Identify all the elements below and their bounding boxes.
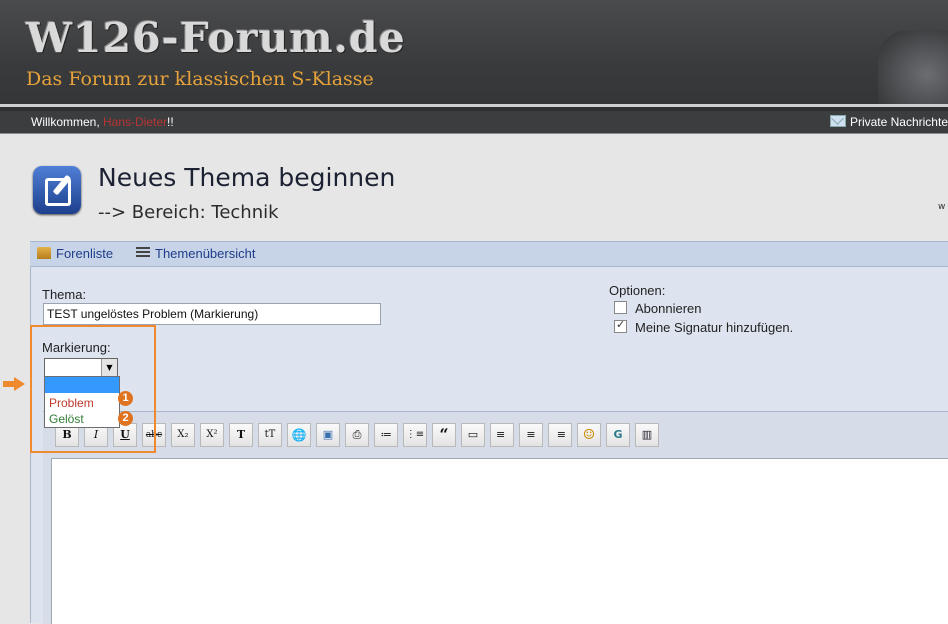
thema-input[interactable] bbox=[43, 303, 381, 325]
private-messages-label: Private Nachrichte bbox=[849, 115, 948, 129]
nav-strip: Forenliste Themenübersicht bbox=[30, 241, 948, 267]
annotation-highlight-box bbox=[30, 325, 156, 453]
bullet-list-button[interactable]: ≔ bbox=[374, 423, 398, 447]
quote-button[interactable]: “ bbox=[432, 423, 456, 447]
welcome-suffix: !! bbox=[167, 115, 174, 129]
nav-forenliste-label: Forenliste bbox=[56, 246, 114, 261]
header-banner: W126-Forum.de Das Forum zur klassischen … bbox=[0, 0, 948, 104]
welcome-bar: Willkommen, Hans-Dieter!! Private Nachri… bbox=[0, 111, 948, 134]
google-button[interactable]: G bbox=[606, 423, 630, 447]
abonnieren-checkbox[interactable] bbox=[614, 301, 627, 314]
attachment-button[interactable]: ⎙ bbox=[345, 423, 369, 447]
home-icon bbox=[37, 247, 51, 259]
thema-label: Thema: bbox=[42, 287, 87, 302]
option-abonnieren[interactable]: Abonnieren bbox=[614, 301, 702, 316]
abonnieren-label: Abonnieren bbox=[635, 301, 702, 316]
align-center-button[interactable]: ≡ bbox=[519, 423, 543, 447]
signatur-checkbox[interactable] bbox=[614, 318, 627, 333]
welcome-text: Willkommen, Hans-Dieter!! bbox=[31, 115, 174, 129]
car-image bbox=[878, 30, 948, 104]
align-right-button[interactable]: ≡ bbox=[548, 423, 572, 447]
subscript-button[interactable]: X₂ bbox=[171, 423, 195, 447]
username-link[interactable]: Hans-Dieter bbox=[103, 115, 167, 129]
logo-title[interactable]: W126-Forum.de bbox=[26, 14, 406, 62]
logo-subtitle: Das Forum zur klassischen S-Klasse bbox=[26, 68, 374, 90]
superscript-button[interactable]: X² bbox=[200, 423, 224, 447]
welcome-greeting: Willkommen, bbox=[31, 115, 104, 129]
envelope-icon bbox=[829, 115, 846, 127]
nav-themenuebersicht-label: Themenübersicht bbox=[155, 246, 256, 261]
options-label: Optionen: bbox=[609, 283, 666, 298]
private-messages-link[interactable]: Private Nachrichte bbox=[829, 115, 948, 129]
link-button[interactable]: 🌐 bbox=[287, 423, 311, 447]
numbered-list-button[interactable]: ⋮≡ bbox=[403, 423, 427, 447]
signatur-label: Meine Signatur hinzufügen. bbox=[635, 320, 794, 335]
image-button[interactable]: ▣ bbox=[316, 423, 340, 447]
nav-themenuebersicht[interactable]: Themenübersicht bbox=[136, 246, 255, 261]
nav-forenliste[interactable]: Forenliste bbox=[37, 246, 113, 261]
page-title: Neues Thema beginnen bbox=[98, 163, 396, 192]
font-size-button[interactable]: tT bbox=[258, 423, 282, 447]
message-textarea[interactable] bbox=[51, 458, 948, 624]
font-color-button[interactable]: T bbox=[229, 423, 253, 447]
option-signatur[interactable]: Meine Signatur hinzufügen. bbox=[614, 318, 794, 335]
list-icon bbox=[136, 247, 150, 259]
smiley-button[interactable]: ☺ bbox=[577, 423, 601, 447]
annotation-arrow-icon bbox=[3, 377, 25, 391]
code-button[interactable]: ▭ bbox=[461, 423, 485, 447]
page-subtitle: --> Bereich: Technik bbox=[98, 202, 279, 223]
side-text: w bbox=[938, 202, 946, 212]
new-thread-icon bbox=[33, 166, 81, 214]
align-left-button[interactable]: ≡ bbox=[490, 423, 514, 447]
video-button[interactable]: ▥ bbox=[635, 423, 659, 447]
